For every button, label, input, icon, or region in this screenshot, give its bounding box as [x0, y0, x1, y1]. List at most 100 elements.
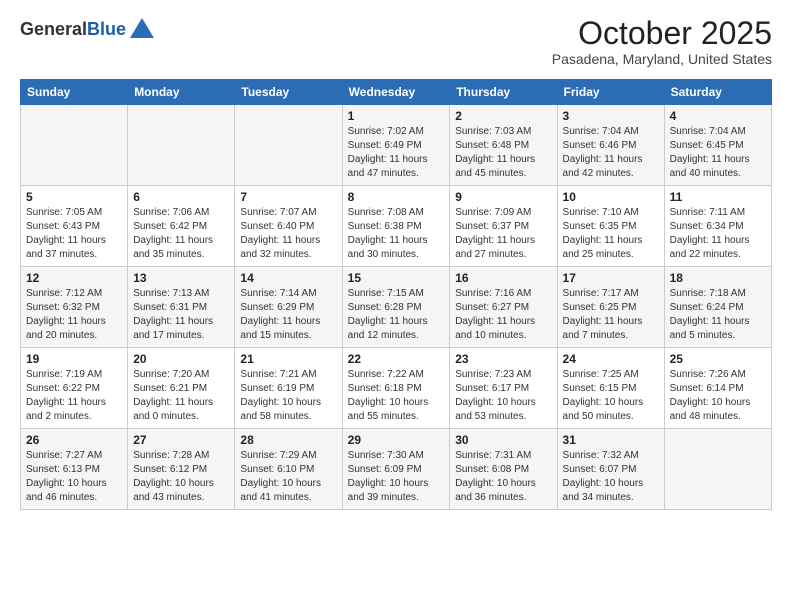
calendar-cell: 22 Sunrise: 7:22 AMSunset: 6:18 PMDayligh… [342, 348, 450, 429]
logo: GeneralBlue [20, 16, 156, 44]
calendar-cell: 15Sunrise: 7:15 AMSunset: 6:28 PMDayligh… [342, 267, 450, 348]
day-number: 19 [26, 352, 122, 366]
day-info: Sunrise: 7:06 AMSunset: 6:42 PMDaylight:… [133, 207, 213, 260]
day-number: 4 [670, 109, 766, 123]
day-info: Sunrise: 7:22 AMSunset: 6:18 PMDaylight:… [348, 369, 429, 422]
day-info: Sunrise: 7:26 AMSunset: 6:14 PMDaylight:… [670, 369, 751, 422]
weekday-header: Thursday [450, 80, 557, 105]
calendar-cell: 6 Sunrise: 7:06 AMSunset: 6:42 PMDaylight… [128, 186, 235, 267]
calendar-cell: 17 Sunrise: 7:17 AMSunset: 6:25 PMDayligh… [557, 267, 664, 348]
day-info: Sunrise: 7:07 AMSunset: 6:40 PMDaylight:… [240, 207, 320, 260]
calendar-cell [21, 105, 128, 186]
weekday-header: Tuesday [235, 80, 342, 105]
calendar-cell: 26 Sunrise: 7:27 AMSunset: 6:13 PMDayligh… [21, 429, 128, 510]
day-info: Sunrise: 7:09 AMSunset: 6:37 PMDaylight:… [455, 207, 535, 260]
day-info: Sunrise: 7:16 AMSunset: 6:27 PMDaylight:… [455, 288, 535, 341]
calendar-cell: 29Sunrise: 7:30 AMSunset: 6:09 PMDayligh… [342, 429, 450, 510]
weekday-header: Monday [128, 80, 235, 105]
calendar-week-row: 5Sunrise: 7:05 AMSunset: 6:43 PMDaylight… [21, 186, 772, 267]
day-number: 1 [348, 109, 445, 123]
day-info: Sunrise: 7:23 AMSunset: 6:17 PMDaylight:… [455, 369, 536, 422]
calendar-cell: 10 Sunrise: 7:10 AMSunset: 6:35 PMDayligh… [557, 186, 664, 267]
day-info: Sunrise: 7:03 AMSunset: 6:48 PMDaylight:… [455, 126, 535, 179]
day-number: 30 [455, 433, 551, 447]
calendar-table: SundayMondayTuesdayWednesdayThursdayFrid… [20, 79, 772, 510]
calendar-cell [664, 429, 771, 510]
day-info: Sunrise: 7:18 AMSunset: 6:24 PMDaylight:… [670, 288, 750, 341]
calendar-cell: 4 Sunrise: 7:04 AMSunset: 6:45 PMDaylight… [664, 105, 771, 186]
calendar-week-row: 1 Sunrise: 7:02 AMSunset: 6:49 PMDaylight… [21, 105, 772, 186]
calendar-cell: 14Sunrise: 7:14 AMSunset: 6:29 PMDayligh… [235, 267, 342, 348]
calendar-cell: 31Sunrise: 7:32 AMSunset: 6:07 PMDayligh… [557, 429, 664, 510]
calendar-cell: 25 Sunrise: 7:26 AMSunset: 6:14 PMDayligh… [664, 348, 771, 429]
calendar-cell: 27 Sunrise: 7:28 AMSunset: 6:12 PMDayligh… [128, 429, 235, 510]
calendar-week-row: 19 Sunrise: 7:19 AMSunset: 6:22 PMDayligh… [21, 348, 772, 429]
day-number: 23 [455, 352, 551, 366]
day-number: 6 [133, 190, 229, 204]
calendar-cell: 16 Sunrise: 7:16 AMSunset: 6:27 PMDayligh… [450, 267, 557, 348]
calendar-cell: 23 Sunrise: 7:23 AMSunset: 6:17 PMDayligh… [450, 348, 557, 429]
day-number: 17 [563, 271, 659, 285]
calendar-cell: 21Sunrise: 7:21 AMSunset: 6:19 PMDayligh… [235, 348, 342, 429]
calendar-cell: 11 Sunrise: 7:11 AMSunset: 6:34 PMDayligh… [664, 186, 771, 267]
day-number: 7 [240, 190, 336, 204]
day-number: 3 [563, 109, 659, 123]
calendar-cell: 2 Sunrise: 7:03 AMSunset: 6:48 PMDaylight… [450, 105, 557, 186]
day-number: 10 [563, 190, 659, 204]
day-info: Sunrise: 7:19 AMSunset: 6:22 PMDaylight:… [26, 369, 106, 422]
day-number: 11 [670, 190, 766, 204]
calendar-cell: 8Sunrise: 7:08 AMSunset: 6:38 PMDaylight… [342, 186, 450, 267]
calendar-cell: 19 Sunrise: 7:19 AMSunset: 6:22 PMDayligh… [21, 348, 128, 429]
day-info: Sunrise: 7:04 AMSunset: 6:45 PMDaylight:… [670, 126, 750, 179]
day-info: Sunrise: 7:10 AMSunset: 6:35 PMDaylight:… [563, 207, 643, 260]
day-number: 26 [26, 433, 122, 447]
day-number: 13 [133, 271, 229, 285]
calendar-cell: 18 Sunrise: 7:18 AMSunset: 6:24 PMDayligh… [664, 267, 771, 348]
calendar-cell: 20Sunrise: 7:20 AMSunset: 6:21 PMDayligh… [128, 348, 235, 429]
calendar-cell: 5Sunrise: 7:05 AMSunset: 6:43 PMDaylight… [21, 186, 128, 267]
calendar-cell: 30Sunrise: 7:31 AMSunset: 6:08 PMDayligh… [450, 429, 557, 510]
day-info: Sunrise: 7:02 AMSunset: 6:49 PMDaylight:… [348, 126, 428, 179]
day-number: 28 [240, 433, 336, 447]
day-info: Sunrise: 7:28 AMSunset: 6:12 PMDaylight:… [133, 450, 214, 503]
logo-blue: Blue [87, 19, 126, 39]
calendar-cell [235, 105, 342, 186]
day-number: 18 [670, 271, 766, 285]
day-number: 25 [670, 352, 766, 366]
calendar-cell: 7 Sunrise: 7:07 AMSunset: 6:40 PMDaylight… [235, 186, 342, 267]
day-number: 24 [563, 352, 659, 366]
day-info: Sunrise: 7:12 AMSunset: 6:32 PMDaylight:… [26, 288, 106, 341]
calendar-cell: 24 Sunrise: 7:25 AMSunset: 6:15 PMDayligh… [557, 348, 664, 429]
day-number: 14 [240, 271, 336, 285]
day-number: 22 [348, 352, 445, 366]
day-number: 15 [348, 271, 445, 285]
day-number: 12 [26, 271, 122, 285]
month-title: October 2025 [552, 16, 772, 51]
title-block: October 2025 Pasadena, Maryland, United … [552, 16, 772, 67]
day-info: Sunrise: 7:27 AMSunset: 6:13 PMDaylight:… [26, 450, 107, 503]
weekday-header: Saturday [664, 80, 771, 105]
day-info: Sunrise: 7:08 AMSunset: 6:38 PMDaylight:… [348, 207, 428, 260]
page-container: GeneralBlue October 2025 Pasadena, Maryl… [0, 0, 792, 526]
day-info: Sunrise: 7:29 AMSunset: 6:10 PMDaylight:… [240, 450, 321, 503]
logo-general: General [20, 19, 87, 39]
day-info: Sunrise: 7:13 AMSunset: 6:31 PMDaylight:… [133, 288, 213, 341]
calendar-cell: 9 Sunrise: 7:09 AMSunset: 6:37 PMDaylight… [450, 186, 557, 267]
calendar-cell: 3 Sunrise: 7:04 AMSunset: 6:46 PMDaylight… [557, 105, 664, 186]
header-row: SundayMondayTuesdayWednesdayThursdayFrid… [21, 80, 772, 105]
location: Pasadena, Maryland, United States [552, 51, 772, 67]
calendar-cell: 28 Sunrise: 7:29 AMSunset: 6:10 PMDayligh… [235, 429, 342, 510]
day-number: 9 [455, 190, 551, 204]
day-info: Sunrise: 7:21 AMSunset: 6:19 PMDaylight:… [240, 369, 321, 422]
day-info: Sunrise: 7:25 AMSunset: 6:15 PMDaylight:… [563, 369, 644, 422]
day-info: Sunrise: 7:11 AMSunset: 6:34 PMDaylight:… [670, 207, 750, 260]
day-number: 29 [348, 433, 445, 447]
weekday-header: Sunday [21, 80, 128, 105]
day-number: 31 [563, 433, 659, 447]
day-number: 16 [455, 271, 551, 285]
day-number: 27 [133, 433, 229, 447]
day-number: 2 [455, 109, 551, 123]
day-info: Sunrise: 7:17 AMSunset: 6:25 PMDaylight:… [563, 288, 643, 341]
day-info: Sunrise: 7:05 AMSunset: 6:43 PMDaylight:… [26, 207, 106, 260]
day-info: Sunrise: 7:04 AMSunset: 6:46 PMDaylight:… [563, 126, 643, 179]
